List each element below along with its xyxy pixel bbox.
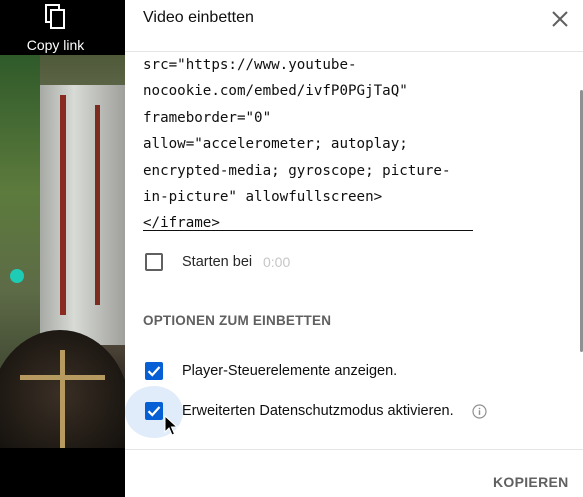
start-at-checkbox[interactable] bbox=[145, 253, 163, 271]
video-thumbnail bbox=[0, 55, 125, 448]
privacy-mode-checkbox[interactable] bbox=[145, 402, 163, 420]
copy-link-button[interactable]: Copy link bbox=[0, 0, 125, 55]
dialog-header: Video einbetten bbox=[125, 0, 583, 52]
options-heading: OPTIONEN ZUM EINBETTEN bbox=[143, 313, 332, 328]
info-icon[interactable] bbox=[472, 404, 487, 419]
embed-dialog: Video einbetten src="https://www.youtube… bbox=[125, 0, 583, 497]
copy-icon bbox=[44, 4, 65, 29]
start-at-label: Starten bei bbox=[182, 254, 253, 270]
video-preview-panel: Copy link bbox=[0, 0, 125, 497]
embed-code-textarea[interactable]: src="https://www.youtube- nocookie.com/e… bbox=[143, 52, 473, 231]
dialog-title: Video einbetten bbox=[143, 9, 254, 26]
copy-link-label: Copy link bbox=[26, 37, 85, 53]
footer-divider bbox=[125, 449, 583, 450]
close-icon[interactable] bbox=[551, 10, 569, 28]
mouse-cursor-icon bbox=[164, 415, 178, 436]
player-controls-label: Player-Steuerelemente anzeigen. bbox=[182, 363, 398, 379]
progress-scrubber-dot[interactable] bbox=[10, 269, 24, 283]
player-controls-checkbox[interactable] bbox=[145, 362, 163, 380]
copy-button[interactable]: KOPIEREN bbox=[493, 474, 569, 490]
start-at-time-input[interactable]: 0:00 bbox=[263, 254, 290, 270]
privacy-mode-label: Erweiterten Datenschutzmodus aktivieren. bbox=[182, 403, 454, 419]
